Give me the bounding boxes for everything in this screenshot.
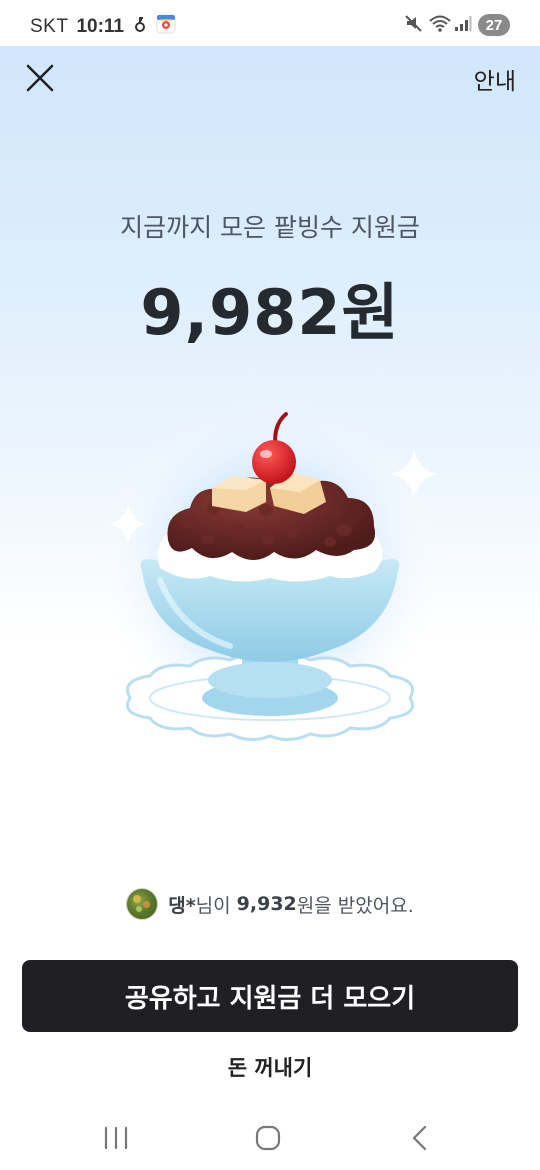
clock: 10:11 (76, 15, 124, 37)
signal-icon (454, 14, 472, 36)
mute-icon (404, 13, 424, 37)
close-icon (26, 64, 54, 92)
wifi-icon (428, 13, 452, 37)
notice-user: 댕* (168, 894, 196, 917)
back-icon (412, 1125, 427, 1151)
total-amount: 9,982원 (140, 276, 400, 349)
withdraw-link[interactable]: 돈 꺼내기 (0, 1052, 540, 1082)
close-button[interactable] (22, 60, 58, 96)
status-bar: SKT 10:11 27 (0, 0, 540, 46)
notice-text-2: 원을 받았어요. (296, 894, 414, 917)
recent-apps-button[interactable] (96, 1123, 136, 1153)
share-button[interactable]: 공유하고 지원금 더 모으기 (22, 960, 518, 1032)
location-app-icon (156, 14, 176, 39)
notice-text-1: 님이 (195, 894, 237, 917)
notice-amount: 9,932 (236, 893, 297, 915)
status-right: 27 (404, 13, 510, 37)
page-title: 지금까지 모은 팥빙수 지원금 (120, 213, 420, 242)
battery-indicator: 27 (478, 14, 510, 36)
avatar (126, 888, 159, 920)
recent-receipt-notice: 댕* 님이 9,932 원을 받았어요. (0, 888, 540, 920)
carrier-label: SKT (30, 15, 69, 37)
guide-button[interactable]: 안내 (474, 62, 516, 96)
key-icon (134, 15, 146, 38)
home-icon (255, 1125, 281, 1151)
system-nav-bar (0, 1105, 540, 1170)
recent-apps-icon (104, 1126, 128, 1150)
patbingsu-illustration (90, 380, 450, 780)
back-button[interactable] (400, 1123, 440, 1153)
patbingsu-icon (95, 395, 445, 745)
home-button[interactable] (248, 1123, 288, 1153)
status-left: SKT 10:11 (30, 14, 176, 39)
